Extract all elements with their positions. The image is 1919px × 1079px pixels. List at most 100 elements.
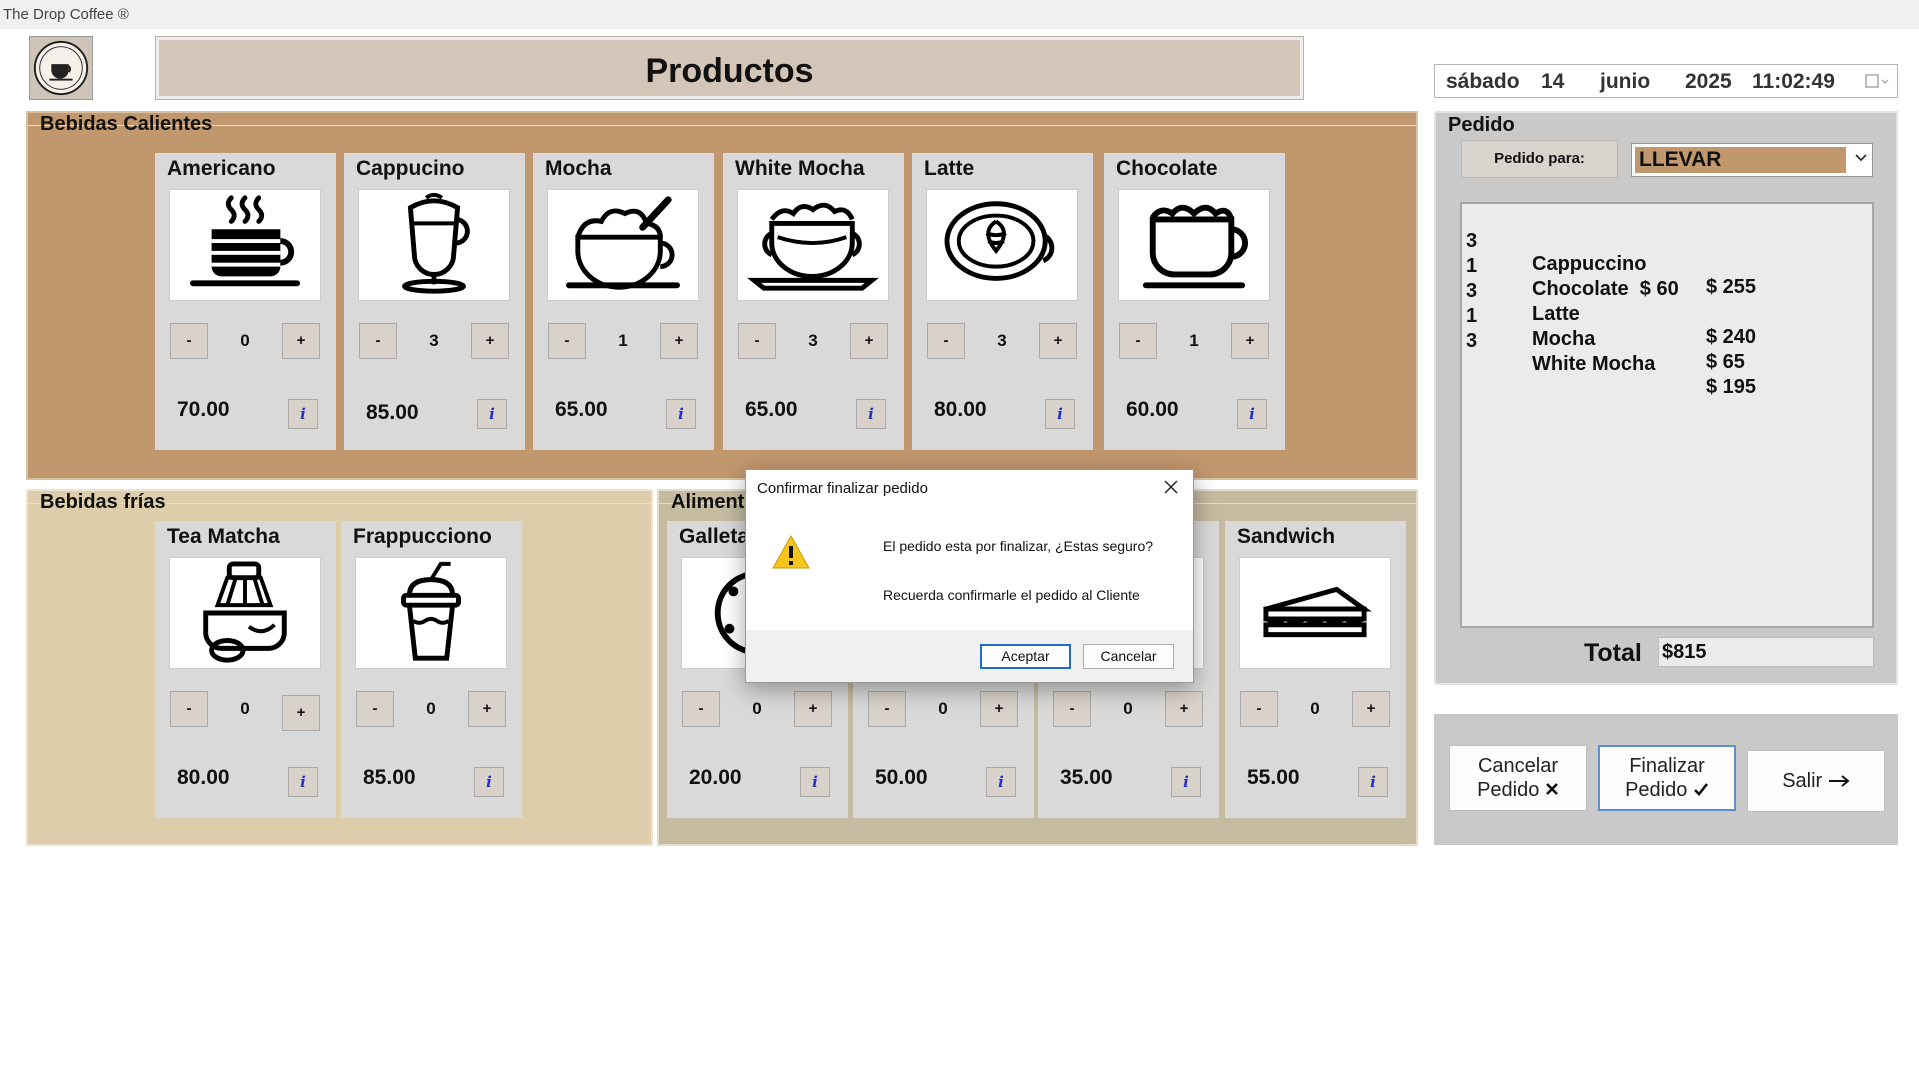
increase-button[interactable]: + [468,691,506,727]
product-price: 80.00 [934,398,987,421]
quantity-value: 3 [997,331,1007,350]
dialog-message-2: Recuerda confirmarle el pedido al Client… [883,587,1140,603]
info-button[interactable]: i [1171,767,1201,797]
exit-button[interactable]: Salir [1747,750,1885,812]
dialog-body: El pedido esta por finalizar, ¿Estas seg… [746,508,1193,630]
increase-button[interactable]: + [980,691,1018,727]
list-item[interactable]: 3 White Mocha $ 195 [1466,307,1756,422]
increase-button[interactable]: + [1352,691,1390,727]
matcha-whisk-icon [203,561,287,663]
product-price: 85.00 [366,401,419,424]
product-price: 85.00 [363,766,416,789]
calendar-dropdown-icon[interactable] [1865,72,1891,90]
quantity-value: 1 [1189,331,1199,350]
product-card-mocha: Mocha - 1 + 65.00 i [533,153,714,450]
cancel-order-button[interactable]: Cancelar Pedido [1449,745,1587,811]
info-button[interactable]: i [288,399,318,429]
mocha-cup-icon [566,196,680,290]
chevron-down-icon[interactable] [1854,150,1868,167]
total-field[interactable]: $815 [1658,637,1874,667]
accept-button[interactable]: Aceptar [980,644,1071,669]
section-divider [28,125,1416,126]
decrease-button[interactable]: - [548,323,586,359]
info-button[interactable]: i [800,767,830,797]
date-time: 11:02:49 [1752,70,1835,93]
quantity-value: 0 [938,699,948,718]
product-image[interactable] [1118,189,1270,301]
quantity-value: 1 [618,331,628,350]
increase-button[interactable]: + [850,323,888,359]
product-image[interactable] [1239,557,1391,669]
product-price: 65.00 [555,398,608,421]
info-button[interactable]: i [986,767,1016,797]
sandwich-icon [1263,586,1372,638]
decrease-button[interactable]: - [927,323,965,359]
order-type-select[interactable]: LLEVAR [1631,143,1873,177]
dialog-cancel-button[interactable]: Cancelar [1083,644,1174,669]
product-image[interactable] [358,189,510,301]
section-title: Bebidas Calientes [40,113,213,135]
decrease-button[interactable]: - [1119,323,1157,359]
decrease-button[interactable]: - [170,691,208,727]
product-image[interactable] [169,189,321,301]
close-icon[interactable] [1157,476,1185,502]
info-button[interactable]: i [1237,399,1267,429]
info-button[interactable]: i [856,399,886,429]
product-image[interactable] [926,189,1078,301]
order-items-list[interactable]: 3 Cappuccino $ 255 1 Chocolate $ 60 3 La… [1460,202,1874,628]
increase-button[interactable]: + [660,323,698,359]
cappuccino-glass-icon [402,192,470,294]
datetime-picker[interactable]: sábado 14 junio 2025 11:02:49 [1434,64,1898,98]
product-card-frappucciono: Frappucciono - 0 + 85.00 i [341,521,522,818]
cancel-order-label-2: Pedido [1477,779,1540,801]
increase-button[interactable]: + [1231,323,1269,359]
info-button[interactable]: i [1358,767,1388,797]
product-image[interactable] [547,189,699,301]
info-button[interactable]: i [288,767,318,797]
window-title: The Drop Coffee ® [3,6,129,23]
increase-button[interactable]: + [1039,323,1077,359]
item-price: $ 195 [1706,376,1757,398]
info-button[interactable]: i [477,399,507,429]
decrease-button[interactable]: - [356,691,394,727]
increase-button[interactable]: + [471,323,509,359]
info-button[interactable]: i [474,767,504,797]
warning-icon [772,534,810,575]
decrease-button[interactable]: - [868,691,906,727]
quantity-value: 0 [752,699,762,718]
shop-logo [29,36,93,100]
checkmark-icon [1693,779,1709,801]
product-image[interactable] [737,189,889,301]
decrease-button[interactable]: - [738,323,776,359]
decrease-button[interactable]: - [1240,691,1278,727]
decrease-button[interactable]: - [1053,691,1091,727]
increase-button[interactable]: + [282,323,320,359]
finish-order-label-2: Pedido [1625,779,1688,801]
product-image[interactable] [355,557,507,669]
date-year: 2025 [1685,70,1732,93]
order-for-button[interactable]: Pedido para: [1461,140,1618,178]
product-image[interactable] [169,557,321,669]
page-title: Productos [645,52,814,90]
product-price: 70.00 [177,398,230,421]
coffee-cup-steam-icon [190,195,300,287]
decrease-button[interactable]: - [170,323,208,359]
product-price: 80.00 [177,766,230,789]
quantity-value: 0 [240,331,250,350]
decrease-button[interactable]: - [682,691,720,727]
finish-order-button[interactable]: Finalizar Pedido [1598,745,1736,811]
close-x-icon [1545,779,1559,801]
product-name: Chocolate [1116,157,1218,180]
increase-button[interactable]: + [282,695,320,731]
decrease-button[interactable]: - [359,323,397,359]
info-button[interactable]: i [666,399,696,429]
order-type-value: LLEVAR [1635,147,1846,173]
product-price: 35.00 [1060,766,1113,789]
chocolate-cup-icon [1142,204,1248,289]
arrow-right-icon [1828,770,1850,792]
order-title: Pedido [1448,114,1515,136]
info-button[interactable]: i [1045,399,1075,429]
increase-button[interactable]: + [1165,691,1203,727]
increase-button[interactable]: + [794,691,832,727]
finish-order-label-1: Finalizar [1629,755,1705,777]
